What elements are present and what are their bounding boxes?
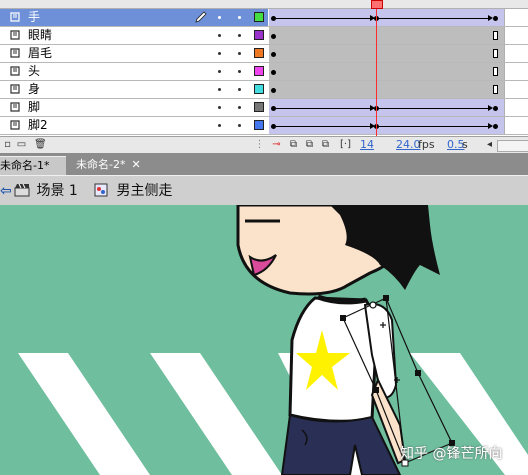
current-frame[interactable]: 14 <box>360 138 374 151</box>
layer-name: 身 <box>28 82 41 96</box>
layer-icon <box>10 12 21 22</box>
tab-untitled-2[interactable]: 未命名-2* ✕ <box>72 156 148 175</box>
lock-toggle[interactable] <box>238 34 241 37</box>
onion-markers-icon[interactable]: [·] <box>340 139 351 150</box>
frame-rate-unit: fps <box>418 138 435 151</box>
visibility-toggle[interactable] <box>218 34 221 37</box>
layer-icon <box>10 84 21 94</box>
lock-toggle[interactable] <box>238 88 241 91</box>
layer-row[interactable]: 脚2 <box>0 117 528 135</box>
divider-icon: ⋮ <box>254 139 265 150</box>
layer-header[interactable]: 脚2 <box>0 117 268 134</box>
pencil-icon <box>194 11 208 23</box>
tab-untitled-1[interactable]: 未命名-1*✕ <box>0 156 66 190</box>
layer-name: 脚 <box>28 100 41 114</box>
layer-color-swatch[interactable] <box>254 120 264 130</box>
layer-icon <box>10 66 21 76</box>
visibility-toggle[interactable] <box>218 16 221 19</box>
scroll-left-icon[interactable]: ◂ <box>484 139 495 150</box>
frame-rate[interactable]: 24.0 <box>396 138 421 151</box>
layer-frames[interactable] <box>269 27 504 44</box>
layer-row[interactable]: 脚 <box>0 99 528 117</box>
edit-bar: ⇦ 场景 1 男主侧走 <box>0 175 528 206</box>
close-icon[interactable]: ✕ <box>131 156 140 174</box>
character-body <box>288 294 378 423</box>
onion-skin-icon[interactable]: ⧉ <box>288 139 299 150</box>
layer-color-swatch[interactable] <box>254 66 264 76</box>
lock-toggle[interactable] <box>238 106 241 109</box>
layer-header[interactable]: 脚 <box>0 99 268 116</box>
visibility-toggle[interactable] <box>218 88 221 91</box>
layer-header[interactable]: 眉毛 <box>0 45 268 62</box>
breadcrumb-scene[interactable]: 场景 1 <box>14 181 78 201</box>
layer-color-swatch[interactable] <box>254 12 264 22</box>
layer-icon <box>10 48 21 58</box>
layer-row[interactable]: 身 <box>0 81 528 99</box>
layer-icon <box>10 120 21 130</box>
symbol-icon <box>94 181 112 201</box>
layer-header[interactable]: 身 <box>0 81 268 98</box>
visibility-toggle[interactable] <box>218 52 221 55</box>
lock-toggle[interactable] <box>238 52 241 55</box>
lock-toggle[interactable] <box>238 16 241 19</box>
clapper-icon <box>14 181 32 201</box>
layer-frames[interactable] <box>269 81 504 98</box>
visibility-toggle[interactable] <box>218 70 221 73</box>
playhead-handle[interactable] <box>371 0 383 9</box>
character-head <box>236 205 440 296</box>
new-layer-icon[interactable]: ▫ <box>2 139 13 150</box>
layer-header[interactable]: 手 <box>0 9 268 26</box>
folder-icon[interactable]: ▭ <box>16 139 27 150</box>
layer-name: 眼睛 <box>28 28 53 42</box>
layer-row[interactable]: 眼睛 <box>0 27 528 45</box>
layer-row[interactable]: 头 <box>0 63 528 81</box>
lock-toggle[interactable] <box>238 70 241 73</box>
symbol-label: 男主侧走 <box>116 183 173 199</box>
stage[interactable]: 知乎 @锋芒所向 <box>0 205 528 475</box>
layer-icon <box>10 30 21 40</box>
layer-header[interactable]: 头 <box>0 63 268 80</box>
timeline-footer: ▫ ▭ 🗑 ⋮ ⊸ ⧉ ⧉ ⧉ [·] 14 24.0 fps 0.5 s ◂ <box>0 136 528 153</box>
layer-frames[interactable] <box>269 63 504 80</box>
layer-frames[interactable] <box>269 9 504 26</box>
timeline-panel: 手 眼睛 眉毛 头 身 脚 脚2 ▫ ▭ 🗑 ⋮ ⊸ ⧉ ⧉ ⧉ [·] 14 … <box>0 0 528 153</box>
lock-toggle[interactable] <box>238 124 241 127</box>
elapsed-unit: s <box>462 138 468 151</box>
layer-row[interactable]: 眉毛 <box>0 45 528 63</box>
layer-name: 头 <box>28 64 41 78</box>
layer-row[interactable]: 手 <box>0 9 528 27</box>
layer-name: 手 <box>28 10 41 24</box>
layer-name: 脚2 <box>28 118 48 132</box>
center-frame-icon[interactable]: ⊸ <box>271 139 282 150</box>
edit-multiple-frames-icon[interactable]: ⧉ <box>320 139 331 150</box>
visibility-toggle[interactable] <box>218 124 221 127</box>
horizontal-scrollbar[interactable] <box>497 140 528 152</box>
back-arrow-icon[interactable]: ⇦ <box>0 181 12 201</box>
scene-label: 场景 1 <box>36 183 78 199</box>
layer-header[interactable]: 眼睛 <box>0 27 268 44</box>
layer-color-swatch[interactable] <box>254 84 264 94</box>
watermark: 知乎 @锋芒所向 <box>400 446 503 462</box>
layer-frames[interactable] <box>269 117 504 134</box>
layer-color-swatch[interactable] <box>254 102 264 112</box>
layer-icon <box>10 102 21 112</box>
tab-label: 未命名-1* <box>0 159 50 172</box>
layer-frames[interactable] <box>269 99 504 116</box>
timeline-ruler[interactable] <box>0 0 528 9</box>
playhead[interactable] <box>376 0 377 138</box>
layer-frames[interactable] <box>269 45 504 62</box>
layer-name: 眉毛 <box>28 46 53 60</box>
stage-artwork <box>18 205 528 475</box>
trash-icon[interactable]: 🗑 <box>34 139 47 150</box>
layer-color-swatch[interactable] <box>254 48 264 58</box>
document-tabs: 未命名-1*✕ 未命名-2* ✕ <box>0 153 528 190</box>
onion-outline-icon[interactable]: ⧉ <box>304 139 315 150</box>
visibility-toggle[interactable] <box>218 106 221 109</box>
layer-color-swatch[interactable] <box>254 30 264 40</box>
breadcrumb-symbol[interactable]: 男主侧走 <box>94 181 172 201</box>
tab-label: 未命名-2* <box>76 158 126 171</box>
